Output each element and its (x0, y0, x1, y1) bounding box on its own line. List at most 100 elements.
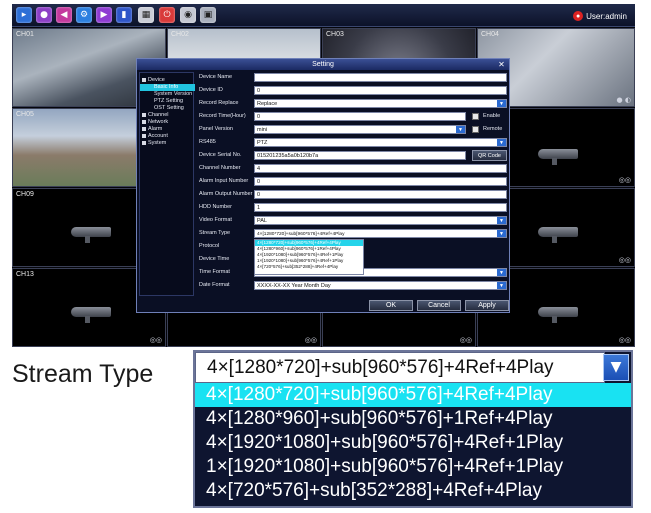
close-icon[interactable]: ✕ (497, 60, 506, 69)
row-device-name: Device Name (199, 73, 507, 83)
stream-type-select[interactable]: 4×[1280*720]+sub[960*576]+4Ref+4Play ▼ (254, 229, 507, 238)
record-icon[interactable]: ● (36, 7, 52, 23)
record-replace-select[interactable]: Replace ▼ (254, 99, 507, 108)
row-date-format: Date Format XXXX-XX-XX Year Month Day ▼ (199, 281, 507, 291)
alarm-input-field: 0 (254, 177, 507, 186)
status-icons: ◎◎ (459, 336, 472, 344)
setting-title-bar[interactable]: Setting ✕ (137, 59, 509, 70)
stream-option-4[interactable]: 1×[1920*1080]+sub[960*576]+4Ref+1Play (195, 455, 631, 479)
stream-option-2[interactable]: 4×[1280*960]+sub[960*576]+1Ref+4Play (195, 407, 631, 431)
row-serial: Device Serial No. 015201235a5a0b120b7a Q… (199, 150, 507, 161)
status-icons: ◎◎ (618, 336, 631, 344)
collapse-icon (142, 77, 146, 82)
rs485-select[interactable]: PTZ ▼ (254, 138, 507, 147)
remote-label: Remote (483, 126, 503, 132)
camera-placeholder-icon (71, 307, 111, 323)
channel-label: CH05 (16, 111, 34, 118)
device-id-input[interactable]: 0 (254, 86, 507, 95)
user-indicator[interactable]: ● User:admin (573, 9, 627, 23)
channel-label: CH02 (171, 31, 189, 38)
panel-version-select[interactable]: mini ▼ (254, 125, 466, 134)
status-icons: ◎◎ (618, 256, 631, 264)
dropdown-arrow-icon[interactable]: ▼ (497, 230, 506, 237)
channel-label: CH04 (481, 31, 499, 38)
camera-placeholder-icon (71, 227, 111, 243)
tree-item-ptz-setting[interactable]: PTZ Setting (154, 98, 183, 105)
status-icons: ◎◎ (304, 336, 317, 344)
stream-option-1[interactable]: 4×[1280*720]+sub[960*576]+4Ref+4Play (195, 383, 631, 407)
expand-icon (142, 133, 146, 138)
dropdown-arrow-icon[interactable]: ▼ (497, 139, 506, 146)
dropdown-arrow-icon[interactable]: ▼ (497, 100, 506, 107)
display-icon[interactable]: ▦ (138, 7, 154, 23)
stream-type-zoom-panel: 4×[1280*720]+sub[960*576]+4Ref+4Play ▼ 4… (193, 350, 633, 508)
dropdown-arrow-icon[interactable]: ▼ (603, 354, 629, 381)
hdd-number-field: 1 (254, 203, 507, 212)
stream-type-selected[interactable]: 4×[1280*720]+sub[960*576]+4Ref+4Play (195, 352, 605, 383)
apply-button[interactable]: Apply (465, 300, 509, 311)
expand-icon (142, 119, 146, 124)
stream-option-3[interactable]: 4×[1920*1080]+sub[960*576]+4Ref+1Play (195, 431, 631, 455)
tree-item-alarm[interactable]: Alarm (142, 126, 162, 133)
user-label: User:admin (586, 11, 627, 21)
playback-icon[interactable]: ◀ (56, 7, 72, 23)
dvr-screen: ▸ ● ◀ ⚙ ▶ ▮ ▦ ⏻ ◉ ▣ ● User:admin CH01 CH… (12, 4, 635, 347)
channel-label: CH13 (16, 271, 34, 278)
row-alarm-output: Alarm Output Number 0 (199, 190, 507, 200)
row-device-id: Device ID 0 (199, 86, 507, 96)
expand-icon (142, 126, 146, 131)
stream-type-option-list: 4×[1280*720]+sub[960*576]+4Ref+4Play 4×[… (195, 383, 631, 503)
menu-icon[interactable]: ▸ (16, 7, 32, 23)
setting-title: Setting (312, 61, 334, 68)
dropdown-arrow-icon[interactable]: ▼ (497, 217, 506, 224)
dropdown-arrow-icon[interactable]: ▼ (497, 269, 506, 276)
stream-type-label: Stream Type (12, 360, 154, 388)
tree-item-ost-setting[interactable]: OST Setting (154, 105, 184, 112)
lock-icon[interactable]: ▮ (116, 7, 132, 23)
video-icon[interactable]: ▶ (96, 7, 112, 23)
dropdown-arrow-icon[interactable]: ▼ (456, 126, 465, 133)
channel-label: CH09 (16, 191, 34, 198)
remote-checkbox[interactable] (472, 126, 479, 133)
device-name-input[interactable] (254, 73, 507, 82)
row-video-format: Video Format PAL ▼ (199, 216, 507, 226)
row-hdd-number: HDD Number 1 (199, 203, 507, 213)
cancel-button[interactable]: Cancel (417, 300, 461, 311)
stream-option-5[interactable]: 4×[720*576]+sub[352*288]+4Ref+4Play (195, 479, 631, 503)
serial-number-field: 015201235a5a0b120b7a (254, 151, 466, 160)
tree-item-network[interactable]: Network (142, 119, 168, 126)
channel-label: CH01 (16, 31, 34, 38)
exit-icon[interactable]: ⏻ (159, 7, 175, 23)
image-icon[interactable]: ▣ (200, 7, 216, 23)
settings-icon[interactable]: ⚙ (76, 7, 92, 23)
top-toolbar: ▸ ● ◀ ⚙ ▶ ▮ ▦ ⏻ ◉ ▣ ● User:admin (12, 4, 635, 27)
setting-dialog: Setting ✕ Device Basic Info System Versi… (136, 58, 510, 313)
tree-item-account[interactable]: Account (142, 133, 168, 140)
row-stream-type: Stream Type 4×[1280*720]+sub[960*576]+4R… (199, 229, 507, 275)
row-rs485: RS485 PTZ ▼ (199, 138, 507, 148)
user-icon: ● (573, 11, 584, 21)
record-time-input[interactable]: 0 (254, 112, 466, 121)
tree-item-system[interactable]: System (142, 140, 166, 147)
stream-option[interactable]: 4×[720*576]+sub[352*288]+4Ref+4Play (255, 264, 363, 270)
tree-item-channel[interactable]: Channel (142, 112, 169, 119)
channel-label: CH03 (326, 31, 344, 38)
disk-icon[interactable]: ◉ (180, 7, 196, 23)
settings-tree: Device Basic Info System Version PTZ Set… (139, 72, 195, 296)
stream-type-options: 4×[1280*720]+sub[960*576]+4Ref+4Play 4×[… (254, 239, 364, 275)
channel-number-field: 4 (254, 164, 507, 173)
qr-code-button[interactable]: QR Code (472, 150, 507, 161)
tree-item-basic[interactable]: Basic Info (140, 84, 195, 91)
status-icons: ◎◎ (618, 176, 631, 184)
row-record-time: Record Time(Hour) 0 Enable (199, 112, 501, 121)
video-format-select[interactable]: PAL ▼ (254, 216, 507, 225)
tree-item-system-version[interactable]: System Version (154, 91, 192, 98)
expand-icon (142, 140, 146, 145)
ok-button[interactable]: OK (369, 300, 413, 311)
date-format-select[interactable]: XXXX-XX-XX Year Month Day ▼ (254, 281, 507, 290)
alarm-output-field: 0 (254, 190, 507, 199)
tree-item-device[interactable]: Device (142, 77, 165, 84)
dropdown-arrow-icon[interactable]: ▼ (497, 282, 506, 289)
status-icons: ● ◐ (616, 96, 631, 104)
enable-checkbox[interactable] (472, 113, 479, 120)
